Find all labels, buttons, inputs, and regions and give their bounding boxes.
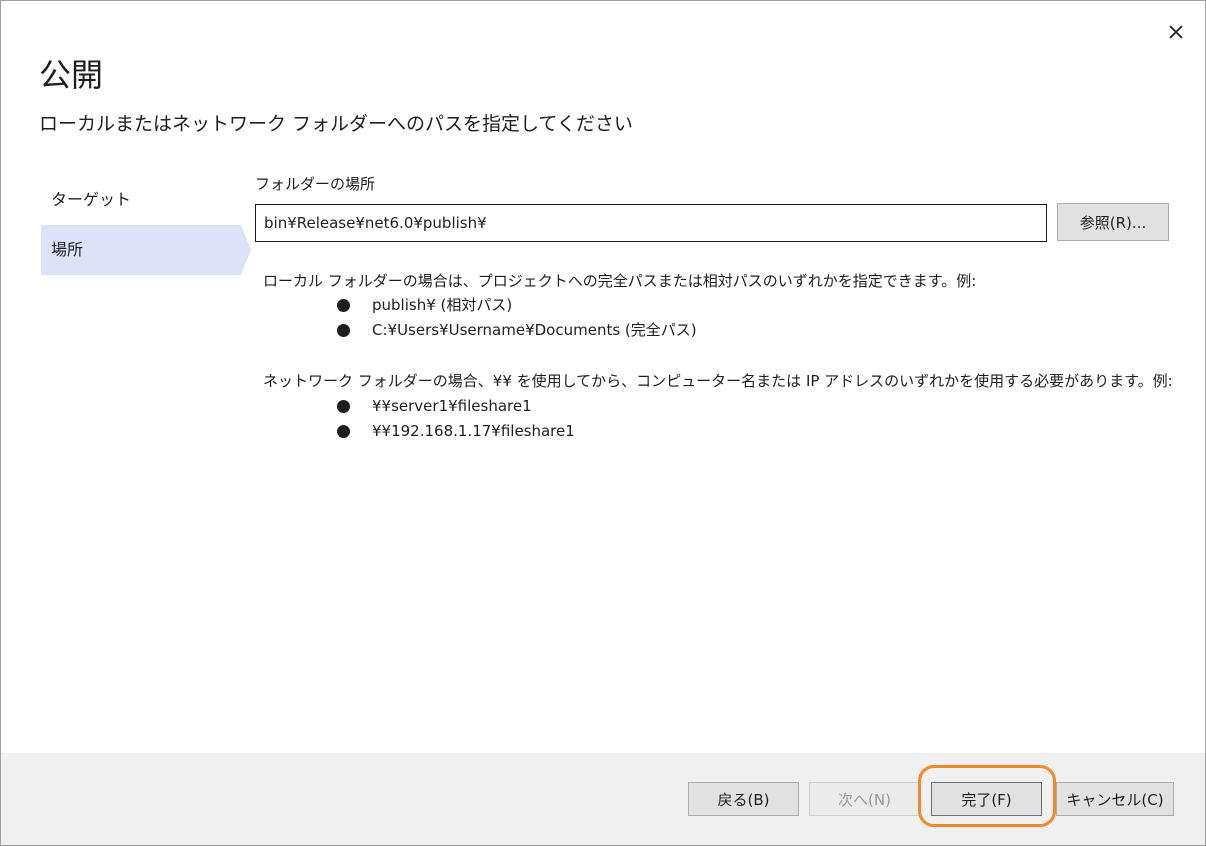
close-icon: [1169, 25, 1183, 39]
bullet-icon: [337, 299, 350, 312]
bullet-icon: [337, 425, 350, 438]
network-folder-help: ネットワーク フォルダーの場合、¥¥ を使用してから、コンピューター名または I…: [263, 372, 1173, 390]
folder-location-label: フォルダーの場所: [255, 175, 376, 193]
nav-item-label: ターゲット: [51, 190, 132, 209]
list-item: publish¥ (相対パス): [333, 293, 697, 318]
nav-item-location[interactable]: 場所: [41, 225, 251, 275]
network-examples-list: ¥¥server1¥fileshare1 ¥¥192.168.1.17¥file…: [333, 394, 575, 444]
bullet-icon: [337, 324, 350, 337]
next-button[interactable]: 次へ(N): [809, 782, 920, 816]
nav-item-label: 場所: [51, 240, 84, 259]
local-examples-list: publish¥ (相対パス) C:¥Users¥Username¥Docume…: [333, 293, 697, 343]
close-button[interactable]: [1161, 17, 1191, 47]
bullet-icon: [337, 400, 350, 413]
list-item: ¥¥192.168.1.17¥fileshare1: [333, 419, 575, 444]
wizard-nav: ターゲット 場所: [41, 175, 251, 275]
nav-item-target[interactable]: ターゲット: [41, 175, 241, 225]
example-text: ¥¥192.168.1.17¥fileshare1: [372, 422, 575, 440]
browse-button[interactable]: 参照(R)...: [1057, 203, 1169, 241]
list-item: C:¥Users¥Username¥Documents (完全パス): [333, 318, 697, 343]
local-folder-help: ローカル フォルダーの場合は、プロジェクトへの完全パスまたは相対パスのいずれかを…: [263, 272, 977, 290]
cancel-button[interactable]: キャンセル(C): [1056, 782, 1174, 816]
publish-dialog: 公開 ローカルまたはネットワーク フォルダーへのパスを指定してください ターゲッ…: [0, 0, 1206, 846]
example-text: ¥¥server1¥fileshare1: [372, 397, 532, 415]
list-item: ¥¥server1¥fileshare1: [333, 394, 575, 419]
back-button[interactable]: 戻る(B): [688, 782, 799, 816]
finish-button[interactable]: 完了(F): [931, 782, 1042, 816]
folder-location-input[interactable]: [255, 204, 1047, 242]
dialog-subtitle: ローカルまたはネットワーク フォルダーへのパスを指定してください: [39, 113, 633, 135]
dialog-title: 公開: [39, 56, 104, 94]
example-text: publish¥ (相対パス): [372, 296, 513, 314]
example-text: C:¥Users¥Username¥Documents (完全パス): [372, 321, 697, 339]
